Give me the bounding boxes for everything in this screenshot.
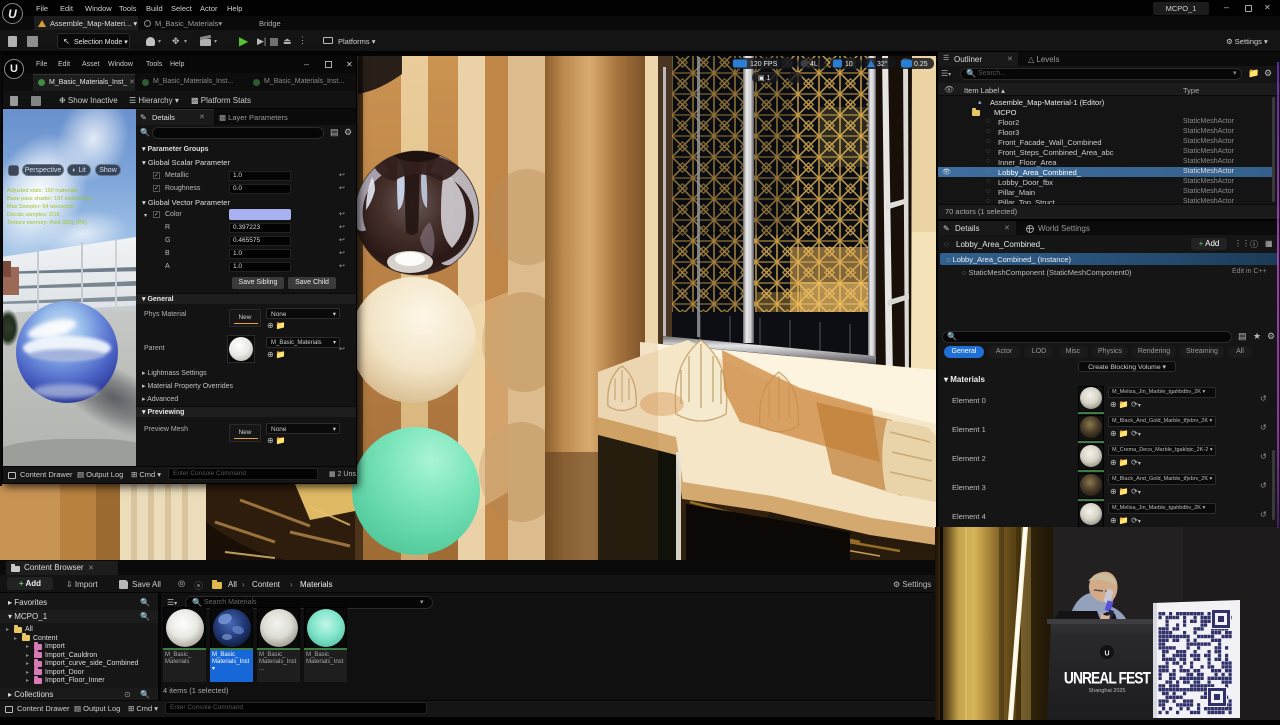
- svg-text:4L: 4L: [810, 61, 818, 68]
- svg-text:0.25: 0.25: [914, 61, 928, 68]
- svg-text:32°: 32°: [877, 60, 888, 68]
- svg-text:Shanghai 2025: Shanghai 2025: [1088, 688, 1125, 694]
- svg-text:U: U: [1104, 651, 1109, 658]
- svg-text:UNREAL FEST: UNREAL FEST: [1064, 669, 1152, 688]
- svg-text:▣ 1: ▣ 1: [758, 75, 771, 82]
- svg-text:120 FPS: 120 FPS: [750, 61, 778, 68]
- svg-text:10: 10: [845, 61, 853, 68]
